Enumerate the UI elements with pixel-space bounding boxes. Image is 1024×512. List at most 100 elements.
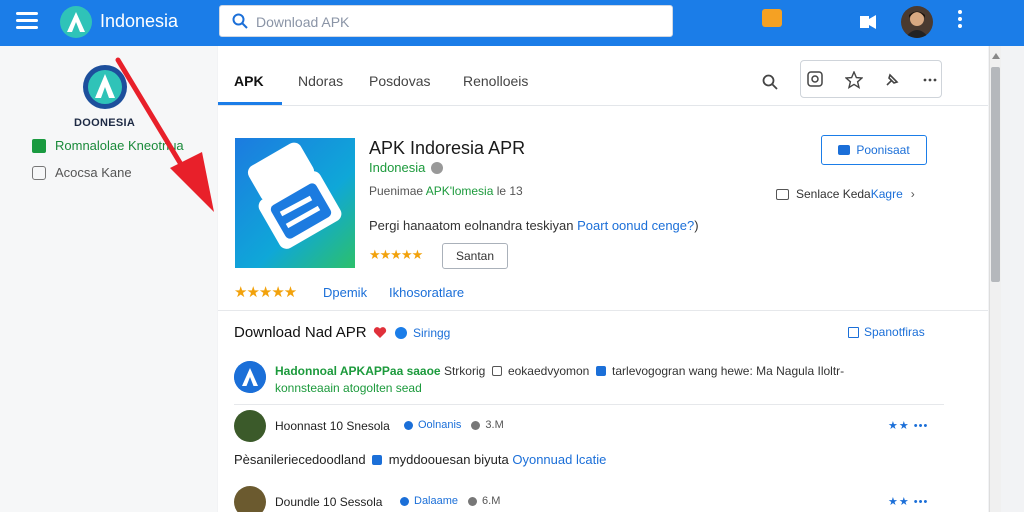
search-icon[interactable] xyxy=(762,74,778,90)
info-icon xyxy=(372,455,383,465)
top-app-bar: Indonesia xyxy=(0,0,1024,46)
tab-ndoras[interactable]: Ndoras xyxy=(298,73,343,89)
comment-meta: Dalaame 6.M xyxy=(390,495,500,507)
brand-name[interactable]: Indonesia xyxy=(100,11,178,32)
time-icon xyxy=(471,420,481,430)
scroll-up-icon[interactable] xyxy=(992,53,1000,59)
sidebar-item-label: Acocsa Kane xyxy=(55,165,132,180)
rating-link-1[interactable]: Dpemik xyxy=(323,285,367,300)
desc-link[interactable]: Poart oonud cenge? xyxy=(577,218,694,233)
desc-prefix: Pergi hanaatom eolnandra teskiyan xyxy=(369,218,578,233)
comment-row[interactable]: Doundle 10 Sessola Dalaame 6.M ★★ ••• xyxy=(234,486,944,512)
sidebar-item-1[interactable]: Romnalolae Kneotnua xyxy=(32,138,184,153)
comment-meta: Oolnanis 3.M xyxy=(394,419,504,431)
review-prefix: Pèsanileriecedoodland xyxy=(234,452,370,467)
review-mid: myddoouesan biyuta xyxy=(385,452,513,467)
vertical-scrollbar[interactable] xyxy=(989,46,1001,512)
santan-chip[interactable]: Santan xyxy=(442,243,508,269)
list-item-text-2: eokaedvyomon xyxy=(504,364,593,378)
toolbar-group xyxy=(800,60,942,98)
list-item-text-3: tarlevogogran wang hewe: Ma Nagula Ilolt… xyxy=(608,364,845,378)
notification-icon[interactable] xyxy=(762,9,782,27)
search-input[interactable] xyxy=(256,12,656,32)
download-share-label: Spanotfiras xyxy=(864,325,925,339)
app-meta: Puenimae APK'lomesia le 13 xyxy=(369,184,523,198)
chevron-right-icon: › xyxy=(910,187,915,201)
more-options-icon[interactable] xyxy=(956,10,964,32)
rating-link-2[interactable]: Ikhosoratlare xyxy=(389,285,464,300)
app-stars: ★★★★★ xyxy=(369,247,423,262)
window-icon xyxy=(491,366,502,376)
star-icon[interactable] xyxy=(845,71,863,89)
scroll-thumb[interactable] xyxy=(991,67,1000,282)
commenter-avatar xyxy=(234,486,266,512)
desc-suffix: ) xyxy=(694,218,699,233)
sidebar-item-2[interactable]: Acocsa Kane xyxy=(32,165,132,180)
verified-icon xyxy=(431,161,444,174)
review-text: Pèsanileriecedoodland myddoouesan biyuta… xyxy=(234,452,606,467)
tab-posdovas[interactable]: Posdovas xyxy=(369,73,430,89)
checkbox-checked-icon[interactable] xyxy=(32,138,46,153)
download-title: Download Nad APR xyxy=(234,324,387,341)
download-share[interactable]: Spanotfiras xyxy=(848,325,925,339)
info-icon xyxy=(595,366,606,376)
row-divider xyxy=(234,404,944,405)
install-label: Poonisaat xyxy=(856,143,910,157)
active-tab-indicator xyxy=(218,102,282,105)
window-icon xyxy=(776,188,789,200)
comment-name: Doundle 10 Sessola xyxy=(275,495,383,509)
app-developer[interactable]: Indonesia xyxy=(369,160,444,175)
tab-bar: APK Ndoras Posdovas Renolloeis xyxy=(218,46,988,106)
developer-name[interactable]: Indonesia xyxy=(369,160,425,175)
list-item-text: Strkorig xyxy=(440,364,489,378)
install-icon xyxy=(838,145,851,155)
menu-icon[interactable] xyxy=(16,12,38,30)
share-icon[interactable] xyxy=(858,10,878,32)
comment-meta-2: 3.M xyxy=(485,419,504,431)
zoom-icon[interactable] xyxy=(807,71,825,89)
commenter-avatar xyxy=(234,410,266,442)
user-avatar[interactable] xyxy=(901,6,933,38)
app-icon[interactable] xyxy=(235,138,355,268)
comment-meta-1: Dalaame xyxy=(414,495,459,507)
similar-prefix: Senlace Keda xyxy=(796,187,871,201)
meta-highlight: APK'lomesia xyxy=(425,184,494,198)
list-item-line-2[interactable]: konnsteaain atogolten sead xyxy=(275,381,422,395)
list-item-line-1: Hadonnoal APKAPPaa saaoe Strkorig eokaed… xyxy=(275,364,844,378)
rating-stars: ★★★★★ xyxy=(234,284,297,301)
comment-row[interactable]: Hoonnast 10 Snesola Oolnanis 3.M ★★ ••• xyxy=(234,410,944,446)
checkbox-icon[interactable] xyxy=(32,165,46,180)
search-bar[interactable] xyxy=(219,5,673,37)
verified-icon xyxy=(400,496,409,506)
brand-logo[interactable] xyxy=(60,6,92,38)
tab-apk[interactable]: APK xyxy=(234,73,264,89)
search-icon xyxy=(232,13,248,29)
section-divider xyxy=(218,310,988,311)
pin-icon[interactable] xyxy=(883,71,901,89)
share-icon xyxy=(848,326,859,338)
install-button[interactable]: Poonisaat xyxy=(821,135,927,165)
sidebar-item-label: Romnalolae Kneotnua xyxy=(55,138,184,153)
download-rating[interactable]: Siringg xyxy=(395,326,450,340)
left-sidebar: DOONESIA Romnalolae Kneotnua Acocsa Kane xyxy=(0,46,217,512)
comment-meta-2: 6.M xyxy=(482,495,501,507)
tab-renolloeis[interactable]: Renolloeis xyxy=(463,73,528,89)
app-logo-icon xyxy=(234,361,266,393)
download-title-text: Download Nad APR xyxy=(234,324,367,341)
sidebar-logo-text: DOONESIA xyxy=(74,117,136,129)
app-description: Pergi hanaatom eolnandra teskiyan Poart … xyxy=(369,218,699,233)
comment-actions[interactable]: ★★ ••• xyxy=(888,419,928,432)
app-title: APK Indoresia APR xyxy=(369,138,526,158)
heart-icon[interactable] xyxy=(373,326,387,339)
list-item[interactable]: Hadonnoal APKAPPaa saaoe Strkorig eokaed… xyxy=(234,359,944,407)
list-item-highlight[interactable]: Hadonnoal APKAPPaa saaoe xyxy=(275,364,441,378)
sidebar-logo-icon xyxy=(83,65,127,109)
similar-link[interactable]: Senlace Keda Kagre › xyxy=(776,187,915,201)
main-panel: APK Ndoras Posdovas Renolloeis APK Indor… xyxy=(218,46,988,512)
comment-actions[interactable]: ★★ ••• xyxy=(888,495,928,508)
comment-name: Hoonnast 10 Snesola xyxy=(275,419,390,433)
verified-icon xyxy=(404,420,413,430)
download-rating-label: Siringg xyxy=(413,326,451,340)
more-icon[interactable] xyxy=(921,71,939,89)
review-link[interactable]: Oyonnuad lcatie xyxy=(512,452,606,467)
